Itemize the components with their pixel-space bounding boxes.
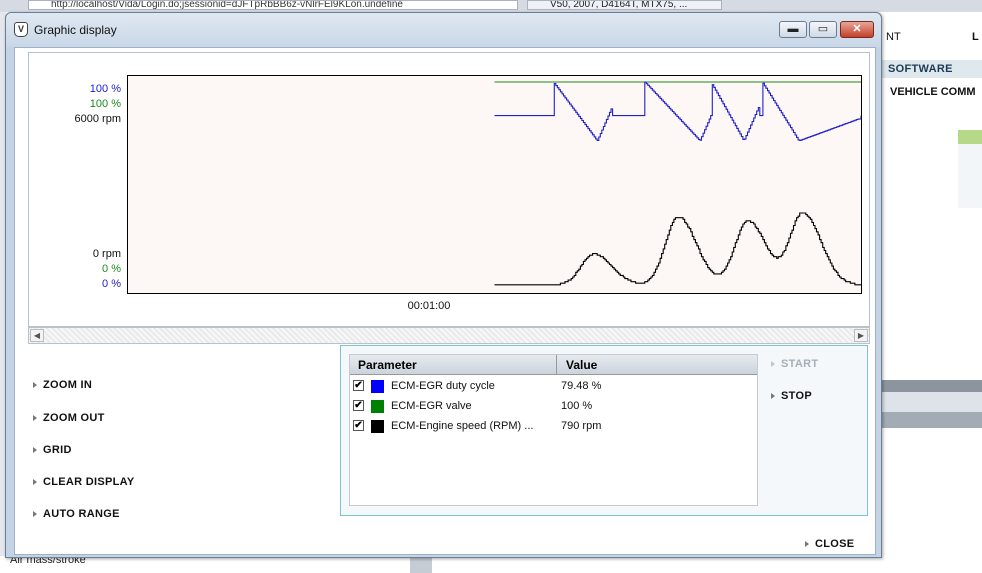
header-parameter[interactable]: Parameter — [350, 355, 557, 374]
egr-duty-trace — [494, 81, 861, 142]
zoom-in-button[interactable]: ZOOM IN — [33, 379, 92, 391]
axis-max-egr-valve: 100 % — [89, 98, 121, 110]
background-row — [882, 392, 982, 412]
close-button[interactable]: CLOSE — [805, 538, 854, 550]
auto-range-label: AUTO RANGE — [43, 508, 120, 520]
graphic-display-window: V Graphic display ▬ ▭ ✕ 100 % 100 % 6000… — [5, 12, 882, 558]
arrow-right-icon — [33, 382, 37, 389]
parameter-table: Parameter Value ✔ ECM-EGR duty cycle 79.… — [349, 354, 758, 506]
zoom-out-button[interactable]: ZOOM OUT — [33, 412, 105, 424]
minimize-button[interactable]: ▬ — [779, 21, 807, 38]
browser-tab[interactable]: V50, 2007, D4164T, MTX75, ... — [527, 0, 722, 10]
parameter-value: 79.48 % — [561, 380, 602, 392]
zoom-out-label: ZOOM OUT — [43, 412, 105, 424]
row-checkbox[interactable]: ✔ — [353, 400, 364, 411]
background-scroll-strip — [410, 556, 432, 573]
axis-min-rpm: 0 rpm — [92, 248, 121, 260]
address-bar[interactable]: http://localhost/Vida/Login.do;jsessioni… — [28, 0, 518, 10]
window-content: 100 % 100 % 6000 rpm 0 rpm 0 % 0 % 00:01… — [14, 47, 876, 555]
start-button[interactable]: START — [771, 358, 818, 370]
rpm-trace — [494, 212, 861, 286]
color-swatch — [371, 420, 384, 433]
title-bar[interactable]: V Graphic display ▬ ▭ ✕ — [6, 13, 881, 47]
background-green-header — [958, 130, 982, 144]
background-divider-2 — [882, 412, 982, 428]
background-side-panel — [958, 144, 982, 208]
arrow-right-icon — [805, 541, 809, 548]
clear-display-button[interactable]: CLEAR DISPLAY — [33, 476, 135, 488]
start-label: START — [781, 358, 819, 370]
app-logo-icon: V — [14, 22, 28, 37]
chart-container: 100 % 100 % 6000 rpm 0 rpm 0 % 0 % 00:01… — [28, 52, 870, 327]
stop-button[interactable]: STOP — [771, 390, 812, 402]
close-label: CLOSE — [815, 538, 855, 550]
background-bottom — [0, 556, 982, 573]
grid-label: GRID — [43, 444, 72, 456]
parameter-panel: Parameter Value ✔ ECM-EGR duty cycle 79.… — [340, 345, 868, 516]
axis-min-egr-duty: 0 % — [102, 278, 121, 290]
row-checkbox[interactable]: ✔ — [353, 420, 364, 431]
color-swatch — [371, 400, 384, 413]
parameter-value: 790 rpm — [561, 420, 602, 432]
parameter-name: ECM-Engine speed (RPM) ... — [391, 420, 534, 432]
scroll-right-icon[interactable]: ▶ — [854, 329, 868, 342]
arrow-right-icon — [33, 447, 37, 454]
header-value[interactable]: Value — [558, 355, 757, 374]
color-swatch — [371, 380, 384, 393]
auto-range-button[interactable]: AUTO RANGE — [33, 508, 120, 520]
clear-display-label: CLEAR DISPLAY — [43, 476, 135, 488]
vehicle-comm-link[interactable]: VEHICLE COMM — [890, 86, 976, 98]
software-header: SOFTWARE — [882, 60, 982, 78]
parameter-name: ECM-EGR valve — [391, 400, 472, 412]
zoom-in-label: ZOOM IN — [43, 379, 93, 391]
arrow-right-icon — [771, 361, 775, 368]
scroll-left-icon[interactable]: ◀ — [30, 329, 44, 342]
plot-area[interactable] — [127, 75, 862, 294]
parameter-name: ECM-EGR duty cycle — [391, 380, 495, 392]
table-row[interactable]: ✔ ECM-EGR duty cycle 79.48 % — [350, 377, 757, 397]
axis-max-egr-duty: 100 % — [89, 83, 121, 95]
table-row[interactable]: ✔ ECM-EGR valve 100 % — [350, 397, 757, 417]
background-tab-fragment[interactable]: NT — [886, 31, 901, 43]
axis-min-egr-valve: 0 % — [102, 263, 121, 275]
window-title: Graphic display — [34, 23, 117, 37]
background-tab-fragment-l[interactable]: L — [972, 31, 979, 43]
background-divider — [882, 380, 982, 392]
table-header: Parameter Value — [350, 355, 757, 375]
table-row[interactable]: ✔ ECM-Engine speed (RPM) ... 790 rpm — [350, 417, 757, 437]
arrow-right-icon — [771, 393, 775, 400]
parameter-value: 100 % — [561, 400, 593, 412]
axis-max-rpm: 6000 rpm — [74, 113, 121, 125]
stop-label: STOP — [781, 390, 812, 402]
arrow-right-icon — [33, 511, 37, 518]
arrow-right-icon — [33, 479, 37, 486]
horizontal-scrollbar[interactable]: ◀ ▶ — [28, 327, 870, 344]
x-axis-time-label: 00:01:00 — [407, 300, 451, 312]
row-checkbox[interactable]: ✔ — [353, 380, 364, 391]
arrow-right-icon — [33, 415, 37, 422]
grid-button[interactable]: GRID — [33, 444, 72, 456]
maximize-button[interactable]: ▭ — [809, 21, 837, 38]
close-window-button[interactable]: ✕ — [840, 21, 874, 38]
chart-svg — [494, 81, 861, 286]
